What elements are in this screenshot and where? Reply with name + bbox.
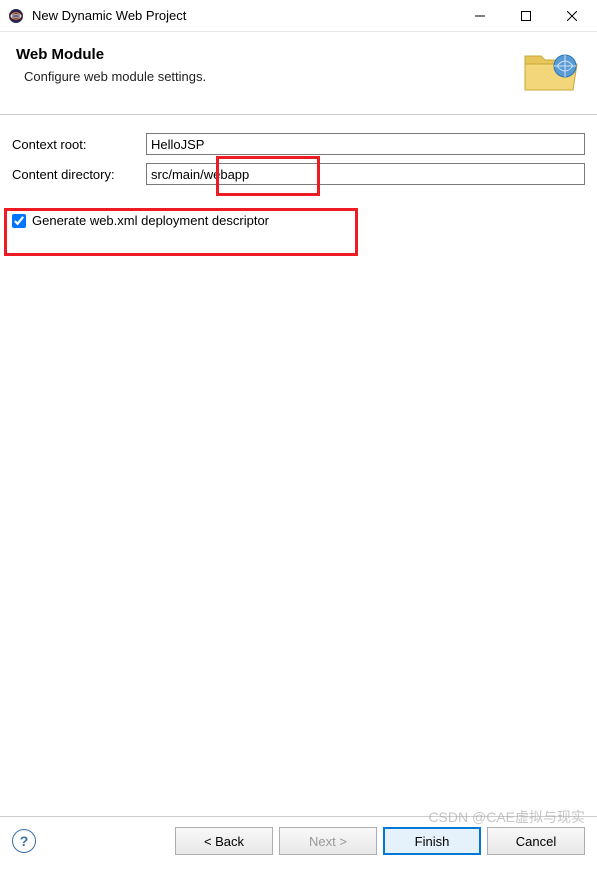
wizard-footer: ? < Back Next > Finish Cancel xyxy=(0,816,597,869)
context-root-row: Context root: xyxy=(12,133,585,155)
wizard-content: Context root: Content directory: Generat… xyxy=(0,115,597,242)
folder-globe-icon xyxy=(521,46,581,96)
help-icon[interactable]: ? xyxy=(12,829,36,853)
window-title: New Dynamic Web Project xyxy=(32,8,457,23)
generate-webxml-label[interactable]: Generate web.xml deployment descriptor xyxy=(32,213,269,228)
context-root-input[interactable] xyxy=(146,133,585,155)
window-controls xyxy=(457,1,595,31)
page-title: Web Module xyxy=(16,46,509,63)
maximize-button[interactable] xyxy=(503,1,549,31)
wizard-header: Web Module Configure web module settings… xyxy=(0,32,597,115)
eclipse-icon xyxy=(8,8,24,24)
generate-webxml-checkbox[interactable] xyxy=(12,214,26,228)
minimize-button[interactable] xyxy=(457,1,503,31)
next-button: Next > xyxy=(279,827,377,855)
titlebar: New Dynamic Web Project xyxy=(0,0,597,32)
cancel-button[interactable]: Cancel xyxy=(487,827,585,855)
back-button[interactable]: < Back xyxy=(175,827,273,855)
generate-webxml-row: Generate web.xml deployment descriptor xyxy=(12,211,585,230)
close-button[interactable] xyxy=(549,1,595,31)
content-directory-input[interactable] xyxy=(146,163,585,185)
content-directory-row: Content directory: xyxy=(12,163,585,185)
content-directory-label: Content directory: xyxy=(12,167,140,182)
page-subtitle: Configure web module settings. xyxy=(16,69,509,84)
context-root-label: Context root: xyxy=(12,137,140,152)
finish-button[interactable]: Finish xyxy=(383,827,481,855)
